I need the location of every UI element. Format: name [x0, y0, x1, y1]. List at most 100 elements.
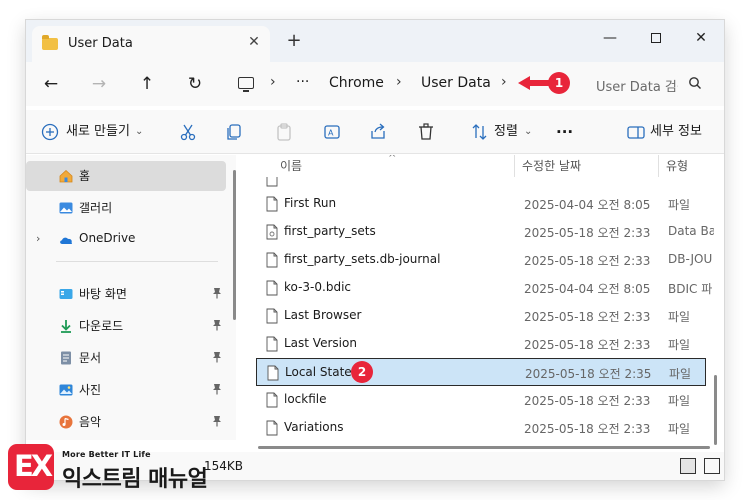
maximize-button[interactable]: [636, 24, 676, 52]
file-row[interactable]: first_party_sets 2025-05-18 오전 2:33 Data…: [256, 218, 714, 246]
new-dropdown-chevron-icon[interactable]: ⌄: [135, 120, 143, 144]
logo-tagline: More Better IT Life: [62, 450, 151, 459]
sidebar-item-documents[interactable]: 문서: [26, 343, 226, 373]
up-button[interactable]: ↑: [134, 72, 160, 96]
file-name: Last Version: [284, 336, 357, 350]
sort-dropdown-chevron-icon[interactable]: ⌄: [524, 120, 532, 144]
forward-button[interactable]: →: [86, 72, 112, 96]
logo-title: 익스트림 매뉴얼: [62, 467, 208, 492]
file-name: ko-3-0.bdic: [284, 280, 351, 294]
file-row[interactable]: First Run 2025-04-04 오전 8:05 파일: [256, 190, 706, 218]
sidebar-item-pictures[interactable]: 사진: [26, 375, 226, 405]
sidebar-item-desktop[interactable]: 바탕 화면: [26, 279, 226, 309]
this-pc-icon: [238, 77, 254, 92]
file-row[interactable]: lockfile 2025-05-18 오전 2:33 파일: [256, 386, 706, 414]
share-icon[interactable]: [366, 120, 390, 144]
sort-ascending-icon: ^: [388, 155, 397, 164]
file-name: Variations: [284, 420, 344, 434]
file-row[interactable]: Last Browser 2025-05-18 오전 2:33 파일: [256, 302, 706, 330]
sidebar-scrollbar[interactable]: [233, 170, 236, 320]
close-window-button[interactable]: ✕: [681, 24, 721, 52]
sidebar-item-onedrive[interactable]: › OneDrive: [26, 225, 226, 255]
file-name: first_party_sets.db-journal: [284, 252, 441, 266]
breadcrumb-user-data[interactable]: User Data: [421, 75, 491, 91]
sidebar-item-label: 사진: [79, 383, 102, 397]
breadcrumb-separator[interactable]: ›: [396, 74, 402, 90]
new-plus-icon[interactable]: [38, 120, 62, 144]
sidebar-item-home[interactable]: 홈: [26, 161, 226, 191]
command-bar: 새로 만들기 ⌄ A 정렬 ⌄ ··· 세부 정보: [26, 110, 724, 154]
sidebar-item-music[interactable]: 음악: [26, 407, 226, 437]
file-row[interactable]: Last Version 2025-05-18 오전 2:33 파일: [256, 330, 706, 358]
sidebar-item-label: 갤러리: [79, 201, 113, 215]
search-box[interactable]: User Data 검색: [586, 68, 716, 100]
back-button[interactable]: ←: [38, 72, 64, 96]
file-name: Local State: [285, 365, 352, 379]
new-button[interactable]: 새로 만들기: [66, 120, 130, 144]
file-type: 파일: [669, 367, 692, 381]
file-row-selected[interactable]: Local State 2025-05-18 오전 2:35 파일: [256, 358, 706, 386]
details-view-button[interactable]: [680, 458, 696, 474]
file-list-horizontal-scrollbar[interactable]: [258, 446, 710, 449]
gallery-icon: [59, 202, 73, 214]
sidebar-item-downloads[interactable]: 다운로드: [26, 311, 226, 341]
file-type: 파일: [668, 310, 691, 324]
tab-user-data[interactable]: User Data ✕: [32, 26, 270, 62]
search-icon: [689, 77, 701, 89]
file-name: first_party_sets: [284, 224, 376, 238]
expand-chevron-icon[interactable]: ›: [36, 232, 40, 245]
search-placeholder: User Data 검색: [596, 80, 678, 95]
file-row[interactable]: first_party_sets.db-journal 2025-05-18 오…: [256, 246, 712, 274]
sidebar-item-gallery[interactable]: 갤러리: [26, 193, 226, 223]
file-list: 이름 ^ 수정한 날짜 유형 First Run 2025-04-04 오전 8…: [244, 155, 714, 440]
sort-button[interactable]: 정렬: [494, 120, 518, 144]
column-header-modified[interactable]: 수정한 날짜: [522, 155, 581, 177]
new-tab-button[interactable]: +: [283, 30, 305, 52]
sidebar-item-label: 홈: [79, 169, 91, 183]
file-row[interactable]: Variations 2025-05-18 오전 2:33 파일: [256, 414, 706, 440]
breadcrumb-chrome[interactable]: Chrome: [329, 75, 384, 91]
file-icon: [266, 252, 278, 268]
sidebar-item-label: 문서: [79, 351, 102, 365]
file-name: lockfile: [284, 392, 327, 406]
breadcrumb-ellipsis[interactable]: ···: [296, 74, 309, 90]
data-file-icon: [266, 224, 278, 240]
minimize-button[interactable]: —: [590, 24, 630, 52]
paste-icon[interactable]: [272, 120, 296, 144]
column-divider[interactable]: [658, 155, 659, 177]
file-list-vertical-scrollbar[interactable]: [714, 375, 717, 445]
column-header-name[interactable]: 이름: [280, 155, 302, 177]
file-modified: 2025-04-04 오전 8:05: [524, 198, 651, 212]
file-modified: 2025-05-18 오전 2:33: [524, 254, 651, 268]
column-header-type[interactable]: 유형: [666, 155, 688, 177]
copy-icon[interactable]: [222, 120, 246, 144]
home-icon: [59, 169, 73, 183]
rename-icon[interactable]: A: [320, 120, 344, 144]
details-button[interactable]: 세부 정보: [650, 120, 702, 144]
sidebar-divider: [56, 261, 218, 262]
refresh-button[interactable]: ↻: [182, 72, 208, 96]
breadcrumb-separator[interactable]: ›: [270, 74, 276, 90]
file-name: Last Browser: [284, 308, 362, 322]
tiles-view-button[interactable]: [704, 458, 720, 474]
sidebar-item-label: 바탕 화면: [79, 287, 127, 301]
annotation-marker-1: 1: [548, 72, 570, 94]
cut-icon[interactable]: [176, 120, 200, 144]
breadcrumb-separator[interactable]: ›: [501, 74, 507, 90]
tab-close-icon[interactable]: ✕: [244, 32, 264, 52]
pin-icon: [213, 384, 221, 395]
file-row[interactable]: ko-3-0.bdic 2025-04-04 오전 8:05 BDIC 파: [256, 274, 712, 302]
logo-mark-text: EX: [14, 449, 53, 483]
pictures-icon: [59, 384, 73, 396]
column-divider[interactable]: [514, 155, 515, 177]
details-pane-icon[interactable]: [624, 120, 648, 144]
file-type: 파일: [668, 422, 691, 436]
file-modified: 2025-05-18 오전 2:33: [524, 422, 651, 436]
sort-icon[interactable]: [468, 120, 492, 144]
svg-text:A: A: [328, 129, 334, 138]
more-options-button[interactable]: ···: [556, 120, 573, 144]
delete-icon[interactable]: [414, 120, 438, 144]
file-modified: 2025-05-18 오전 2:33: [524, 226, 651, 240]
file-type: 파일: [668, 338, 691, 352]
download-icon: [61, 320, 71, 333]
